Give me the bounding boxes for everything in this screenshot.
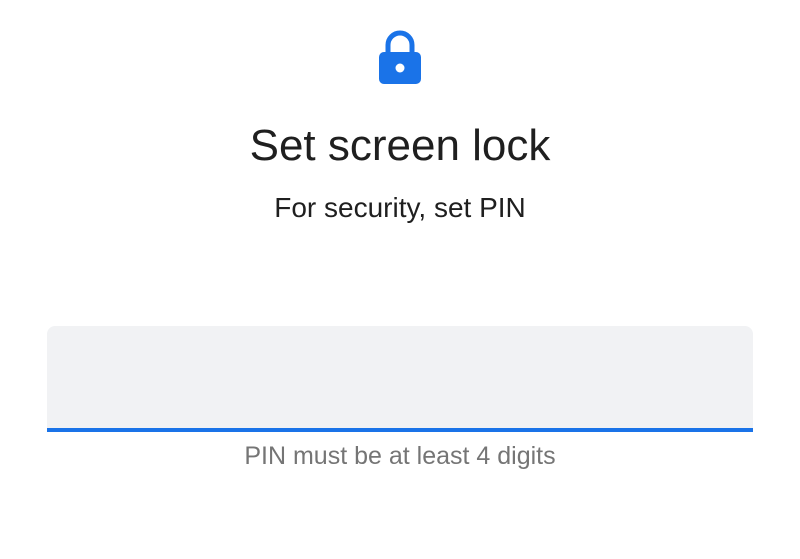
set-screen-lock-screen: Set screen lock For security, set PIN PI… [0,0,800,559]
page-subtitle: For security, set PIN [274,192,526,223]
pin-helper-text: PIN must be at least 4 digits [244,442,556,470]
pin-input[interactable] [47,326,753,432]
page-title: Set screen lock [249,121,551,170]
lock-icon [377,28,423,86]
